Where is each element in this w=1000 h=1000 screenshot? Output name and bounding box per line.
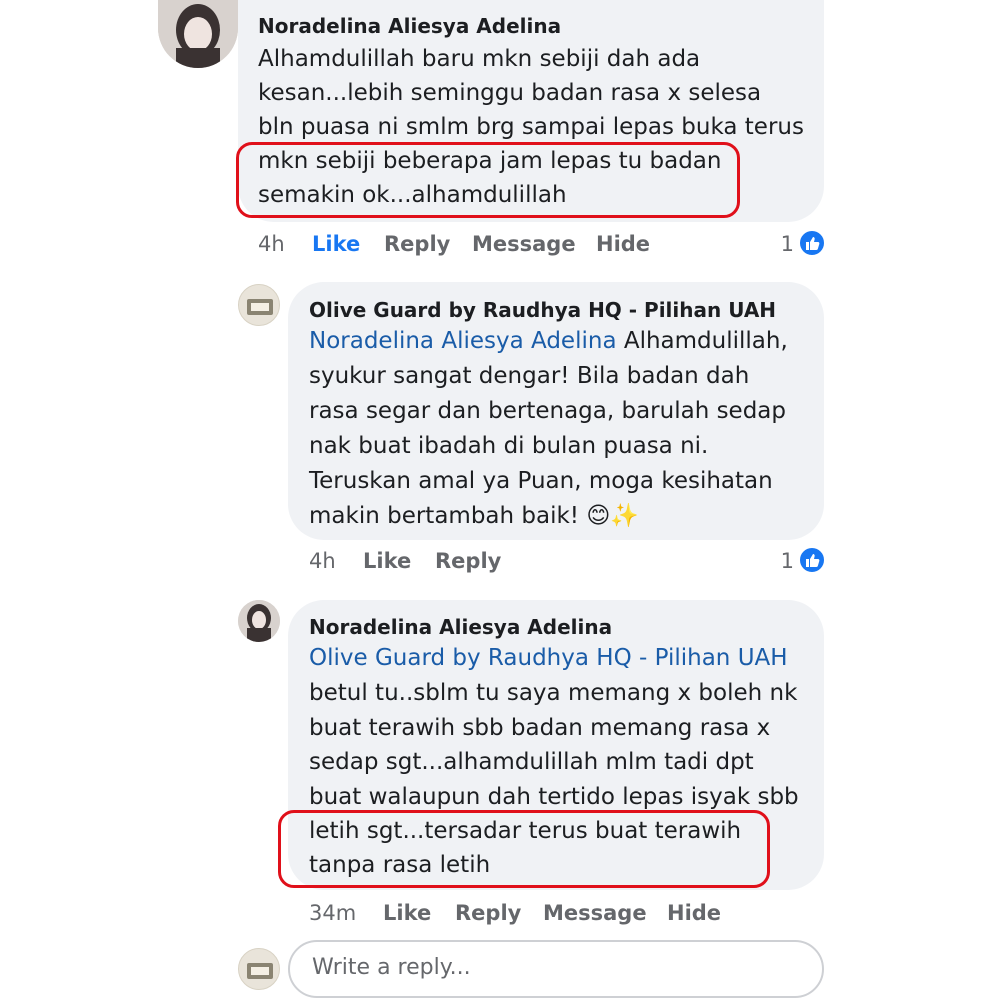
reaction-count: 1 (780, 232, 794, 256)
comment-time[interactable]: 4h (258, 232, 285, 256)
like-reaction-icon (798, 229, 826, 257)
comment-text: Alhamdulillah, (616, 328, 788, 354)
comment-time[interactable]: 4h (309, 549, 336, 573)
hide-button[interactable]: Hide (596, 232, 650, 256)
comment-line: bln puasa ni smlm brg sampai lepas buka … (258, 114, 804, 140)
like-button[interactable]: Like (383, 901, 431, 925)
comment-line: rasa segar dan bertenaga, barulah sedap (309, 398, 787, 424)
page-avatar[interactable] (238, 284, 280, 326)
message-button[interactable]: Message (543, 901, 647, 925)
reply-composer[interactable] (288, 940, 824, 998)
mention-link[interactable]: Noradelina Aliesya Adelina (309, 328, 617, 354)
comment-line: Alhamdulillah baru mkn sebiji dah ada (258, 46, 701, 72)
comment-line: betul tu..sblm tu saya memang x boleh nk (309, 680, 798, 706)
comment-actions: 4h Like Reply Message Hide (258, 232, 778, 262)
reaction-summary[interactable]: 1 (760, 546, 826, 579)
hide-button[interactable]: Hide (667, 901, 721, 925)
message-button[interactable]: Message (472, 232, 576, 256)
comment-time[interactable]: 34m (309, 901, 356, 925)
comment-author[interactable]: Olive Guard by Raudhya HQ - Pilihan UAH (309, 298, 776, 322)
comment-author[interactable]: Noradelina Aliesya Adelina (309, 615, 612, 639)
avatar[interactable] (158, 0, 238, 68)
comment-author[interactable]: Noradelina Aliesya Adelina (258, 14, 561, 38)
comment-line: makin bertambah baik! 😊✨ (309, 503, 639, 529)
comment-actions: 4h Like Reply (309, 549, 609, 579)
avatar-image (238, 600, 280, 642)
highlight-box (236, 142, 740, 218)
reply-button[interactable]: Reply (455, 901, 521, 925)
comment-line: syukur sangat dengar! Bila badan dah (309, 363, 750, 389)
reply-input[interactable] (310, 954, 794, 981)
comment-line: sedap sgt...alhamdulillah mlm tadi dpt (309, 749, 754, 775)
like-reaction-icon (798, 546, 826, 574)
avatar[interactable] (238, 600, 280, 642)
comment-line-first: Noradelina Aliesya Adelina Alhamdulillah… (309, 324, 788, 358)
mention-link[interactable]: Olive Guard by Raudhya HQ - Pilihan UAH (309, 641, 788, 675)
reply-button[interactable]: Reply (435, 549, 501, 573)
comment-line: Teruskan amal ya Puan, moga kesihatan (309, 468, 773, 494)
highlight-box (278, 810, 770, 888)
page-avatar (238, 948, 280, 990)
comment-actions: 34m Like Reply Message Hide (309, 901, 829, 931)
like-button[interactable]: Like (312, 232, 360, 256)
avatar-image (158, 0, 238, 68)
reaction-count: 1 (780, 549, 794, 573)
comment-line: buat walaupun dah tertido lepas isyak sb… (309, 784, 799, 810)
reply-button[interactable]: Reply (384, 232, 450, 256)
page-logo-icon (247, 299, 273, 315)
page-logo-icon (247, 963, 273, 979)
comment-line: buat terawih sbb badan memang rasa x (309, 715, 771, 741)
comment-line: nak buat ibadah di bulan puasa ni. (309, 433, 709, 459)
like-button[interactable]: Like (363, 549, 411, 573)
reaction-summary[interactable]: 1 (760, 229, 826, 262)
comment-line: kesan...lebih seminggu badan rasa x sele… (258, 80, 762, 106)
